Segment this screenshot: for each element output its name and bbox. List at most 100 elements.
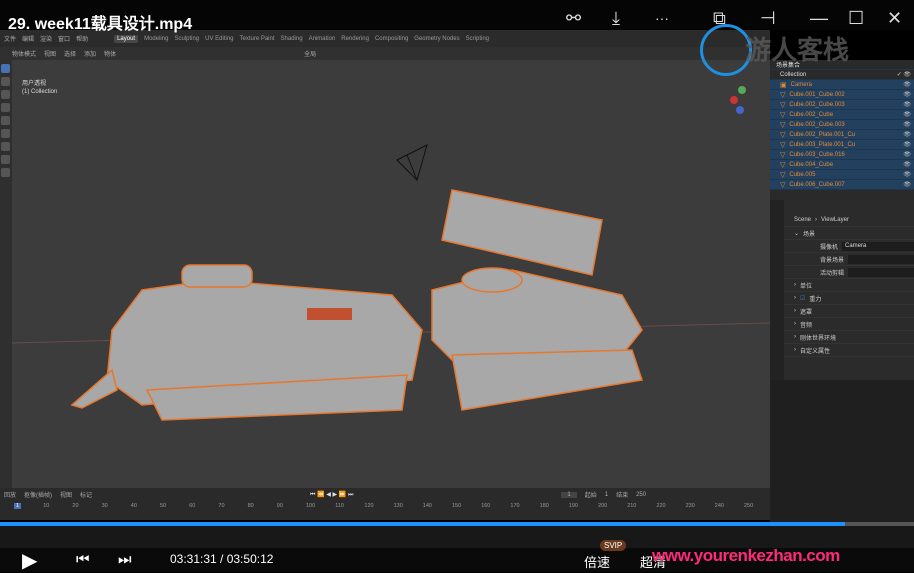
timeline-tick: 240 [714, 503, 724, 509]
next-button[interactable]: ⏭ [118, 551, 132, 568]
select-tool-icon[interactable] [1, 64, 10, 73]
menu-keying[interactable]: 抠像(插帧) [24, 490, 52, 499]
properties-tabs[interactable] [770, 200, 784, 380]
panel-rigid-body-world[interactable]: › 刚体世界环境 [770, 331, 914, 344]
timeline-tick: 180 [539, 503, 549, 509]
measure-tool-icon[interactable] [1, 155, 10, 164]
outliner-item[interactable]: ▽ Cube.003_Cube.016 👁 [770, 150, 914, 160]
transform-orientation[interactable]: 全局 [304, 49, 316, 58]
tool-bar [0, 60, 12, 488]
playback-controls[interactable]: ⏮ ⏪ ◀ ▶ ⏩ ⏭ [310, 491, 353, 499]
timeline-tick: 70 [218, 503, 225, 509]
timeline-tick: 160 [481, 503, 491, 509]
current-frame[interactable]: 1 [561, 491, 577, 498]
timeline-tick: 110 [335, 503, 344, 509]
navigation-gizmo[interactable] [730, 86, 746, 114]
move-tool-icon[interactable] [1, 90, 10, 99]
tab-sculpting[interactable]: Sculpting [174, 36, 199, 42]
menu-file[interactable]: 文件 [4, 34, 16, 43]
view-type: 用户透视 [22, 81, 47, 87]
maximize-icon[interactable]: ☐ [848, 8, 864, 29]
speed-button[interactable]: 倍速 [584, 552, 610, 571]
menu-view[interactable]: 视图 [44, 49, 56, 58]
start-label: 起始 [584, 493, 597, 499]
share-icon[interactable]: ⚯ [566, 8, 581, 29]
timeline-tick: 40 [130, 503, 137, 509]
scale-tool-icon[interactable] [1, 116, 10, 125]
timeline-tick: 170 [510, 503, 520, 509]
panel-audio[interactable]: › 音频 [770, 318, 914, 331]
tab-uv-editing[interactable]: UV Editing [205, 36, 233, 42]
annotate-tool-icon[interactable] [1, 142, 10, 151]
menu-marker[interactable]: 标记 [80, 490, 92, 499]
menu-view[interactable]: 视图 [60, 490, 72, 499]
tab-modeling[interactable]: Modeling [144, 36, 168, 42]
video-title: 29. week11载具设计.mp4 [8, 16, 193, 33]
camera-field[interactable]: 摄像机 Camera [770, 240, 914, 253]
tab-animation[interactable]: Animation [309, 36, 336, 42]
end-label: 结束 [616, 493, 629, 499]
menu-help[interactable]: 帮助 [76, 34, 88, 43]
camera-object [396, 144, 428, 181]
tab-scripting[interactable]: Scripting [466, 36, 489, 42]
menu-playback[interactable]: 回放 [4, 490, 16, 499]
outliner-item[interactable]: ▽ Cube.004_Cube 👁 [770, 160, 914, 170]
menu-object[interactable]: 物体 [104, 49, 116, 58]
tab-rendering[interactable]: Rendering [341, 36, 369, 42]
outliner-item[interactable]: ▽ Cube.003_Plate.001_Cu 👁 [770, 140, 914, 150]
add-cube-tool-icon[interactable] [1, 168, 10, 177]
outliner-item[interactable]: ▽ Cube.002_Cube.003 👁 [770, 120, 914, 130]
outliner-item[interactable]: ▣ Camera 👁 [770, 80, 914, 90]
pin-icon[interactable]: ⊣ [760, 8, 776, 29]
menu-add[interactable]: 添加 [84, 49, 96, 58]
timeline-tick: 20 [72, 503, 79, 509]
timeline-tick: 60 [189, 503, 196, 509]
cursor-tool-icon[interactable] [1, 77, 10, 86]
timeline-tick: 250 [744, 503, 754, 509]
panel-units[interactable]: › 单位 [770, 279, 914, 292]
timeline-tick: 230 [685, 503, 695, 509]
timeline-tick: 150 [452, 503, 462, 509]
active-clip-field[interactable]: 活动剪辑 [770, 266, 914, 279]
panel-mask[interactable]: › 遮罩 [770, 305, 914, 318]
timeline-tick: 130 [393, 503, 403, 509]
transform-tool-icon[interactable] [1, 129, 10, 138]
download-icon[interactable]: ⤓ [612, 8, 620, 29]
menu-edit[interactable]: 编辑 [22, 34, 34, 43]
tab-compositing[interactable]: Compositing [375, 36, 408, 42]
watermark-text: www.yourenkezhan.com [652, 546, 840, 565]
rotate-tool-icon[interactable] [1, 103, 10, 112]
tab-texture-paint[interactable]: Texture Paint [240, 36, 275, 42]
outliner-item[interactable]: ▽ Cube.002_Cube 👁 [770, 110, 914, 120]
panel-gravity[interactable]: › ☑ 重力 [770, 292, 914, 305]
tab-geometry-nodes[interactable]: Geometry Nodes [414, 36, 459, 42]
panel-scene[interactable]: ⌄ 场景 [770, 227, 914, 240]
more-button[interactable]: ··· [655, 10, 669, 26]
panel-custom-properties[interactable]: › 自定义属性 [770, 344, 914, 357]
outliner-item[interactable]: ▽ Cube.002_Cube.003 👁 [770, 100, 914, 110]
timeline-tick: 220 [656, 503, 666, 509]
tab-layout[interactable]: Layout [114, 34, 139, 43]
start-frame[interactable]: 1 [605, 492, 608, 498]
outliner-item[interactable]: ▽ Cube.001_Cube.002 👁 [770, 90, 914, 100]
tab-shading[interactable]: Shading [281, 36, 303, 42]
end-frame[interactable]: 250 [636, 492, 646, 498]
outliner-item[interactable]: ▽ Cube.005 👁 [770, 170, 914, 180]
menu-window[interactable]: 窗口 [58, 34, 70, 43]
previous-button[interactable]: ⏮ [76, 551, 90, 568]
timeline-tick: 140 [422, 503, 432, 509]
play-button[interactable]: ▶ [22, 548, 37, 573]
menu-render[interactable]: 渲染 [40, 34, 52, 43]
timeline-tick: 10 [43, 503, 50, 509]
close-icon[interactable]: ✕ [887, 8, 902, 29]
properties-editor: Scene › ViewLayer ⌄ 场景 摄像机 Camera 背景场景 活动剪辑 … [770, 200, 914, 380]
timeline-ruler[interactable]: 1 10 20 30 40 50 60 70 80 90 100 110 120 130 140 150 160… [0, 503, 770, 515]
mode-select[interactable]: 物体模式 [12, 49, 36, 58]
outliner-item[interactable]: ▽ Cube.006_Cube.007 👁 [770, 180, 914, 190]
background-scene-field[interactable]: 背景场景 [770, 253, 914, 266]
3d-viewport[interactable] [11, 60, 771, 488]
minimize-icon[interactable]: — [810, 8, 828, 29]
outliner-collection[interactable]: Collection ✓ 👁 [770, 70, 914, 80]
menu-select[interactable]: 选择 [64, 49, 76, 58]
outliner-item[interactable]: ▽ Cube.002_Plate.001_Cu 👁 [770, 130, 914, 140]
